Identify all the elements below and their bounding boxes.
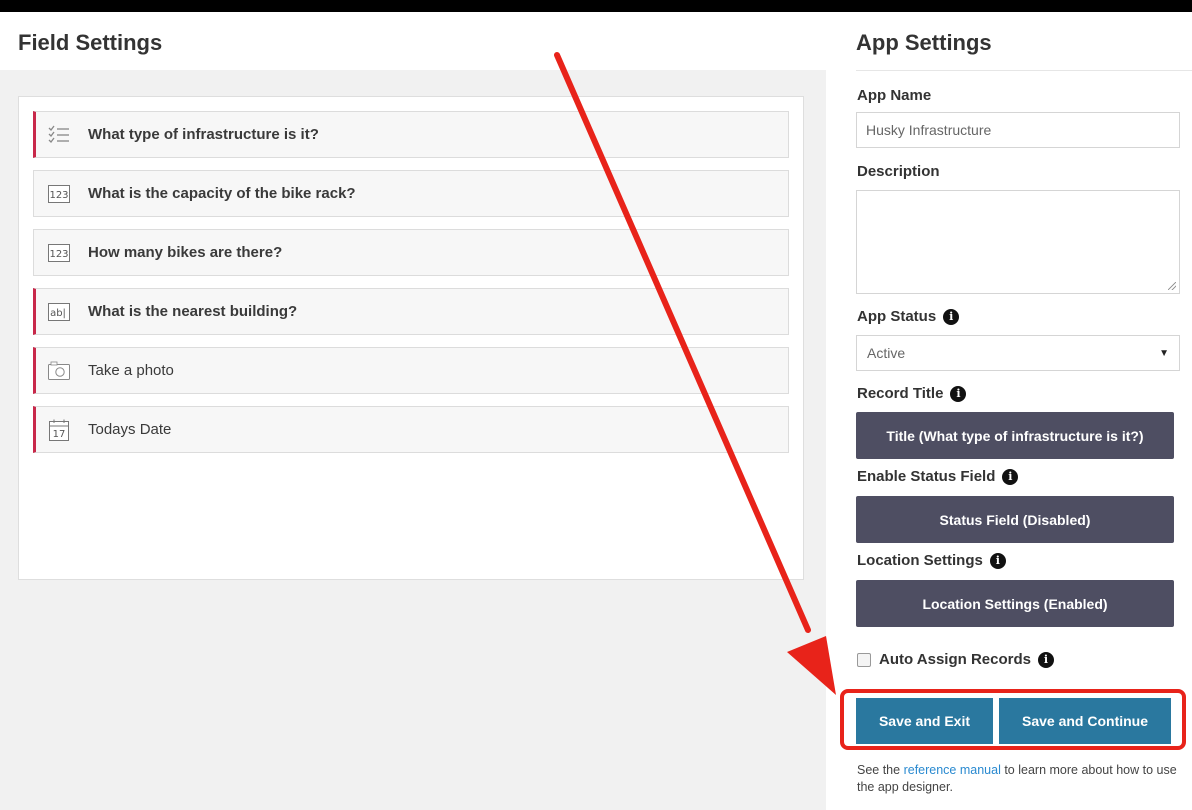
save-and-continue-button[interactable]: Save and Continue	[999, 698, 1171, 744]
save-and-exit-button[interactable]: Save and Exit	[856, 698, 993, 744]
record-title-button[interactable]: Title (What type of infrastructure is it…	[856, 412, 1174, 459]
info-icon[interactable]: i	[943, 308, 960, 325]
field-settings-title: Field Settings	[18, 30, 163, 55]
text-field-icon: ab|	[48, 301, 70, 323]
field-row-todays-date[interactable]: 17 Todays Date	[33, 406, 789, 453]
info-icon[interactable]: i	[950, 385, 967, 402]
app-status-label-text: App Status	[857, 308, 937, 325]
svg-text:123: 123	[49, 249, 68, 260]
field-label: What is the nearest building?	[88, 303, 298, 320]
app-status-value: Active	[867, 345, 906, 361]
field-label: What type of infrastructure is it?	[88, 126, 319, 143]
field-label: What is the capacity of the bike rack?	[88, 185, 356, 202]
record-title-label: Record Title i	[857, 385, 967, 402]
caret-down-icon: ▼	[1159, 347, 1169, 359]
auto-assign-row: Auto Assign Records i	[857, 651, 1054, 668]
footnote-text: See the	[857, 763, 904, 777]
info-icon[interactable]: i	[1037, 651, 1054, 668]
location-settings-label: Location Settings i	[857, 552, 1006, 569]
svg-text:123: 123	[49, 190, 68, 201]
status-field-button[interactable]: Status Field (Disabled)	[856, 496, 1174, 543]
info-icon[interactable]: i	[989, 552, 1006, 569]
divider	[856, 70, 1192, 71]
field-row-bike-rack-capacity[interactable]: 123 What is the capacity of the bike rac…	[33, 170, 789, 217]
status-field-label-text: Enable Status Field	[857, 468, 996, 485]
field-label: Todays Date	[88, 421, 172, 438]
help-footnote: See the reference manual to learn more a…	[857, 762, 1187, 796]
app-status-label: App Status i	[857, 308, 960, 325]
checklist-icon	[48, 124, 70, 146]
info-icon[interactable]: i	[1002, 468, 1019, 485]
field-row-bike-count[interactable]: 123 How many bikes are there?	[33, 229, 789, 276]
description-label: Description	[857, 163, 940, 180]
auto-assign-checkbox[interactable]	[857, 652, 871, 667]
field-list: What type of infrastructure is it? 123 W…	[18, 96, 804, 580]
app-name-input[interactable]	[856, 112, 1180, 148]
record-title-label-text: Record Title	[857, 385, 944, 402]
location-settings-button[interactable]: Location Settings (Enabled)	[856, 580, 1174, 627]
reference-manual-link[interactable]: reference manual	[904, 763, 1001, 777]
top-bar	[0, 0, 1192, 12]
auto-assign-label: Auto Assign Records	[879, 651, 1031, 668]
field-label: Take a photo	[88, 362, 174, 379]
location-settings-label-text: Location Settings	[857, 552, 983, 569]
app-status-select[interactable]: Active ▼	[856, 335, 1180, 371]
description-label-text: Description	[857, 163, 940, 180]
svg-text:17: 17	[53, 429, 66, 440]
description-textarea[interactable]	[856, 190, 1180, 294]
field-row-take-photo[interactable]: Take a photo	[33, 347, 789, 394]
calendar-icon: 17	[48, 419, 70, 441]
number-icon: 123	[48, 183, 70, 205]
field-label: How many bikes are there?	[88, 244, 283, 261]
app-name-label: App Name	[857, 87, 931, 104]
number-icon: 123	[48, 242, 70, 264]
resize-grip-icon[interactable]	[1168, 282, 1176, 290]
camera-icon	[48, 360, 70, 382]
field-row-nearest-building[interactable]: ab| What is the nearest building?	[33, 288, 789, 335]
status-field-label: Enable Status Field i	[857, 468, 1019, 485]
svg-text:ab|: ab|	[50, 308, 66, 319]
app-settings-title: App Settings	[856, 30, 992, 55]
app-name-label-text: App Name	[857, 87, 932, 104]
field-row-infrastructure-type[interactable]: What type of infrastructure is it?	[33, 111, 789, 158]
